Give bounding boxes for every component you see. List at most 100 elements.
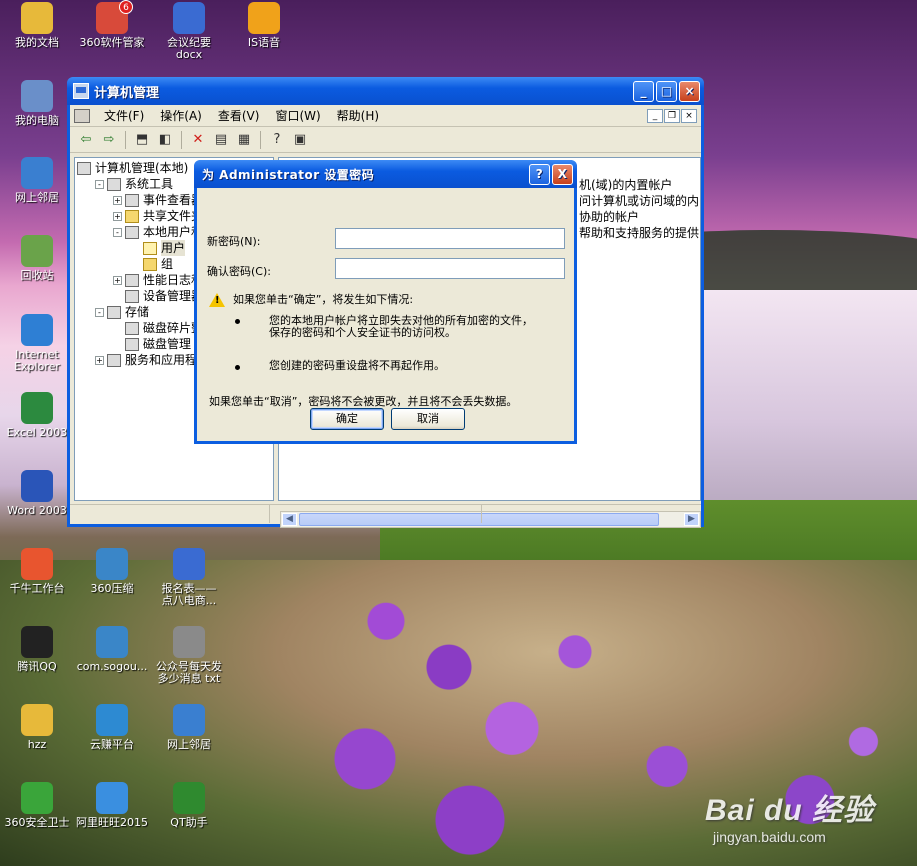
window-title: 计算机管理 bbox=[94, 85, 160, 101]
folder-icon bbox=[143, 257, 157, 271]
desktop-icon-network-neighborhood-right[interactable]: 网上邻居 bbox=[152, 704, 226, 751]
tree-node-label: 用户 bbox=[161, 240, 186, 256]
up-folder-icon[interactable]: ⬒ bbox=[132, 130, 152, 150]
desktop-icon-excel-2003[interactable]: Excel 2003 bbox=[0, 392, 74, 439]
watermark-logo: Bai du 经验 bbox=[705, 794, 875, 827]
status-pane bbox=[270, 505, 482, 523]
forward-arrow-icon[interactable]: ⇨ bbox=[99, 130, 119, 150]
desktop-icon-360-security[interactable]: 360安全卫士 bbox=[0, 782, 74, 829]
desktop-icon-label: Excel 2003 bbox=[6, 426, 68, 439]
expand-icon[interactable]: + bbox=[113, 195, 122, 205]
archive-icon bbox=[96, 548, 128, 580]
device-icon bbox=[125, 289, 139, 303]
computer-icon bbox=[77, 161, 91, 175]
desktop-icon-label: 网上邻居 bbox=[167, 738, 211, 751]
properties-icon[interactable]: ▤ bbox=[211, 130, 231, 150]
details-row-description[interactable]: 协助的帐户 bbox=[579, 208, 639, 225]
desktop-icon-tencent-qq[interactable]: 腾讯QQ bbox=[0, 626, 74, 673]
desktop-icon-label: 360压缩 bbox=[90, 582, 134, 595]
menu-help[interactable]: 帮助(H) bbox=[329, 107, 387, 124]
collapse-icon[interactable]: - bbox=[113, 227, 122, 237]
tree-node-label: 系统工具 bbox=[125, 177, 174, 191]
maximize-button[interactable]: □ bbox=[656, 80, 677, 102]
folder-icon bbox=[125, 209, 139, 223]
tools-icon bbox=[107, 177, 121, 191]
desktop-icon-network-neighborhood-left[interactable]: 网上邻居 bbox=[0, 157, 74, 204]
collapse-icon[interactable]: - bbox=[95, 307, 104, 317]
notification-badge: 6 bbox=[119, 0, 133, 14]
desktop-icon-wechat-txt[interactable]: 公众号每天发 多少消息 txt bbox=[152, 626, 226, 685]
desktop-icon-label: 360安全卫士 bbox=[4, 816, 70, 829]
desktop-icon-meeting-minutes[interactable]: 会议纪要 docx bbox=[152, 2, 226, 61]
bullet-dot bbox=[235, 365, 240, 370]
doc-icon bbox=[173, 548, 205, 580]
warning-icon bbox=[209, 293, 225, 307]
dialog-title: 为 Administrator 设置密码 bbox=[202, 167, 375, 182]
details-row-description[interactable]: 机(域)的内置帐户 bbox=[579, 176, 672, 193]
back-arrow-icon[interactable]: ⇦ bbox=[76, 130, 96, 150]
folder-docs-icon bbox=[21, 2, 53, 34]
mdi-restore-button[interactable]: ❐ bbox=[664, 108, 680, 123]
desktop-icon-label: QT助手 bbox=[170, 816, 208, 829]
cancel-button[interactable]: 取消 bbox=[391, 408, 465, 430]
export-list-icon[interactable]: ▦ bbox=[234, 130, 254, 150]
collapse-icon[interactable]: - bbox=[95, 179, 104, 189]
set-password-dialog[interactable]: 为 Administrator 设置密码 ? X 新密码(N): 确认密码(C)… bbox=[194, 160, 577, 444]
details-row-description[interactable]: 问计算机或访问域的内 bbox=[579, 192, 699, 209]
desktop-icon-my-documents[interactable]: 我的文档 bbox=[0, 2, 74, 49]
desktop-icon-360-software[interactable]: 6 360软件管家 bbox=[75, 0, 149, 49]
warning-heading: 如果您单击“确定”，将发生如下情况: bbox=[233, 293, 414, 306]
toolbar: ⇦ ⇨ ⬒ ◧ ✕ ▤ ▦ ? ▣ bbox=[70, 127, 701, 153]
desktop-icon-aliwangwang[interactable]: 阿里旺旺2015 bbox=[75, 782, 149, 829]
mdi-close-button[interactable]: × bbox=[681, 108, 697, 123]
desktop-icon-my-computer[interactable]: 我的电脑 bbox=[0, 80, 74, 127]
dialog-close-button[interactable]: X bbox=[552, 163, 573, 185]
menu-window[interactable]: 窗口(W) bbox=[267, 107, 328, 124]
menu-file[interactable]: 文件(F) bbox=[96, 107, 152, 124]
console-icon[interactable]: ▣ bbox=[290, 130, 310, 150]
desktop-icon-360-zip[interactable]: 360压缩 bbox=[75, 548, 149, 595]
menu-view[interactable]: 查看(V) bbox=[210, 107, 268, 124]
delete-icon[interactable]: ✕ bbox=[188, 130, 208, 150]
minimize-button[interactable]: _ bbox=[633, 80, 654, 102]
desktop-icon-signup-table[interactable]: 报名表—— 点八电商... bbox=[152, 548, 226, 607]
desktop-icon-label: 云赚平台 bbox=[90, 738, 134, 751]
desktop-icon-recycle-bin[interactable]: 回收站 bbox=[0, 235, 74, 282]
tree-node-label: 存储 bbox=[125, 305, 150, 319]
desktop-icon-label: 千牛工作台 bbox=[9, 582, 65, 595]
bullet-dot bbox=[235, 319, 240, 324]
expand-icon[interactable]: + bbox=[95, 355, 104, 365]
expand-icon[interactable]: + bbox=[113, 275, 122, 285]
desktop-icon-yunzhuan[interactable]: 云赚平台 bbox=[75, 704, 149, 751]
toolbar-separator bbox=[125, 130, 126, 149]
expand-icon[interactable]: + bbox=[113, 211, 122, 221]
qt-icon bbox=[173, 782, 205, 814]
dialog-help-button[interactable]: ? bbox=[529, 163, 550, 185]
menu-action[interactable]: 操作(A) bbox=[152, 107, 210, 124]
desktop-icon-internet-explorer[interactable]: Internet Explorer bbox=[0, 314, 74, 373]
cancel-note: 如果您单击“取消”，密码将不会被更改，并且将不会丢失数据。 bbox=[209, 395, 518, 408]
show-hide-tree-icon[interactable]: ◧ bbox=[155, 130, 175, 150]
new-password-field[interactable] bbox=[335, 228, 565, 249]
ok-button[interactable]: 确定 bbox=[310, 408, 384, 430]
desktop-icon-word-2003[interactable]: Word 2003 bbox=[0, 470, 74, 517]
desktop-icon-label: Word 2003 bbox=[7, 504, 67, 517]
window-titlebar[interactable]: 计算机管理 _ □ × bbox=[67, 77, 704, 105]
services-icon bbox=[107, 353, 121, 367]
desktop-icon-label: 我的文档 bbox=[15, 36, 59, 49]
wangwang-icon bbox=[96, 782, 128, 814]
computer-management-icon bbox=[73, 83, 89, 99]
desktop-icon-com-sogou[interactable]: com.sogou... bbox=[75, 626, 149, 673]
help-icon[interactable]: ? bbox=[267, 130, 287, 150]
close-button[interactable]: × bbox=[679, 80, 700, 102]
desktop-icon-hzz[interactable]: hzz bbox=[0, 704, 74, 751]
desktop-icon-is-voice[interactable]: IS语音 bbox=[227, 2, 301, 49]
details-row-description[interactable]: 帮助和支持服务的提供 bbox=[579, 224, 699, 241]
desktop-icon-qianniu[interactable]: 千牛工作台 bbox=[0, 548, 74, 595]
desktop-icon-qt-helper[interactable]: QT助手 bbox=[152, 782, 226, 829]
dialog-titlebar[interactable]: 为 Administrator 设置密码 ? X bbox=[194, 160, 577, 188]
perf-icon bbox=[125, 273, 139, 287]
confirm-password-field[interactable] bbox=[335, 258, 565, 279]
desktop-icon-label: IS语音 bbox=[247, 36, 281, 49]
mdi-minimize-button[interactable]: _ bbox=[647, 108, 663, 123]
